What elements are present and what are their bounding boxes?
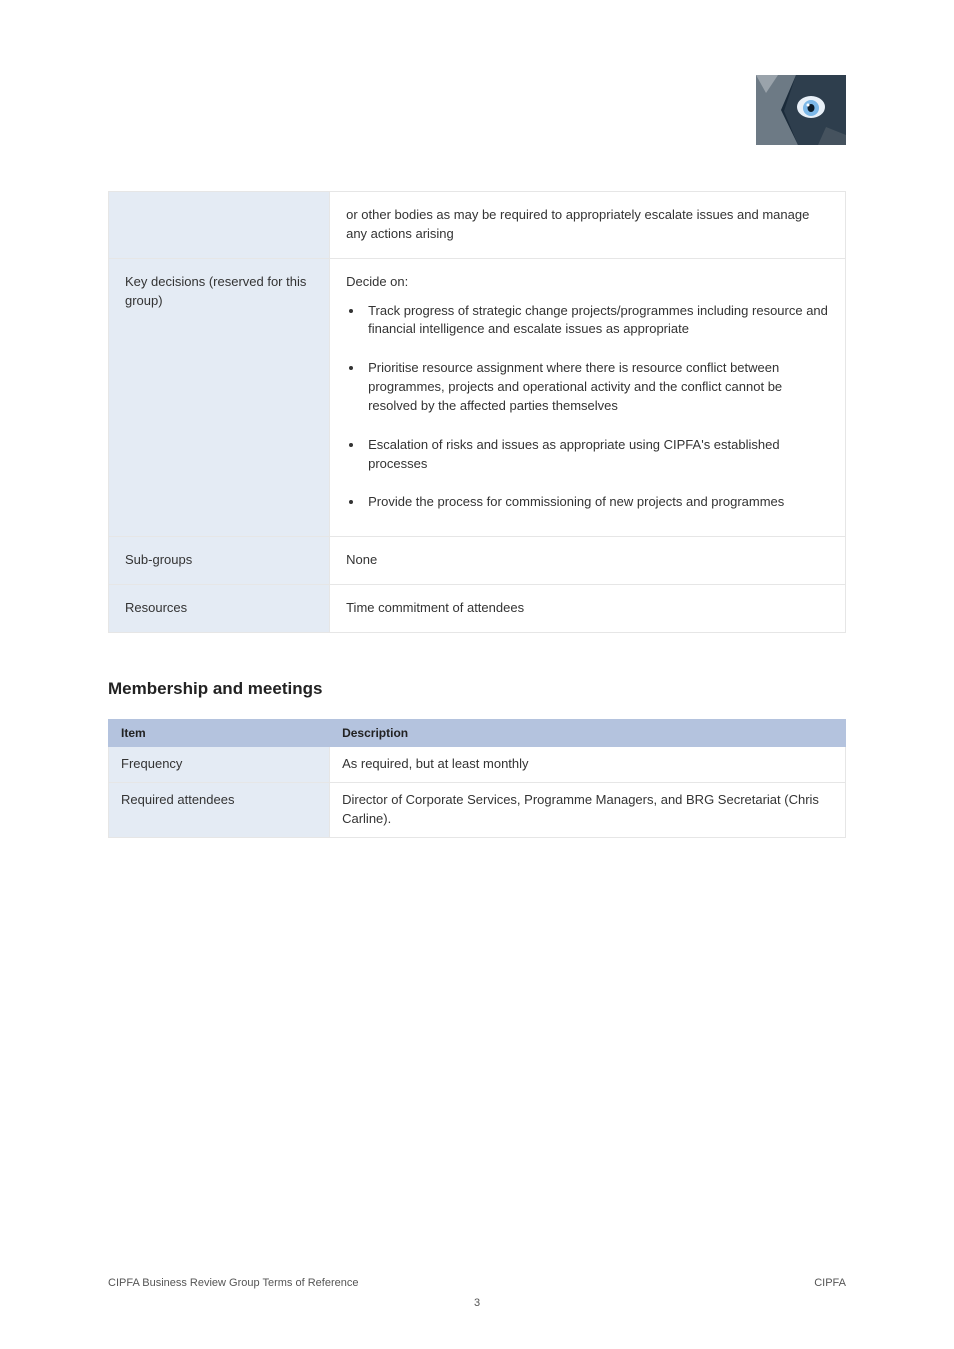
bullet-item: Escalation of risks and issues as approp… — [364, 436, 829, 474]
row-value: None — [330, 537, 846, 585]
row-label: Frequency — [109, 746, 330, 782]
table-header-row: Item Description — [109, 719, 846, 746]
row-label: Resources — [109, 585, 330, 633]
row-value: Decide on: Track progress of strategic c… — [330, 258, 846, 537]
row-value: or other bodies as may be required to ap… — [330, 192, 846, 259]
table-membership: Item Description Frequency As required, … — [108, 719, 846, 838]
wolf-eye-logo — [756, 75, 846, 145]
page-container: or other bodies as may be required to ap… — [0, 0, 954, 1349]
row-value: As required, but at least monthly — [330, 746, 846, 782]
row-label — [109, 192, 330, 259]
row-value: Director of Corporate Services, Programm… — [330, 782, 846, 837]
table-row: Sub-groups None — [109, 537, 846, 585]
logo-image — [756, 75, 846, 145]
row-label: Required attendees — [109, 782, 330, 837]
bullet-item: Provide the process for commissioning of… — [364, 493, 829, 512]
footer-page-number: 3 — [0, 1297, 954, 1309]
section-heading-membership: Membership and meetings — [108, 679, 846, 699]
footer-left: CIPFA Business Review Group Terms of Ref… — [108, 1277, 358, 1289]
col-header-description: Description — [330, 719, 846, 746]
table-row: Key decisions (reserved for this group) … — [109, 258, 846, 537]
col-header-item: Item — [109, 719, 330, 746]
bullet-item: Track progress of strategic change proje… — [364, 302, 829, 340]
bullets-intro: Decide on: — [346, 273, 829, 292]
footer-right: CIPFA — [814, 1277, 846, 1289]
row-label: Sub-groups — [109, 537, 330, 585]
table-purpose: or other bodies as may be required to ap… — [108, 191, 846, 633]
bullet-item: Prioritise resource assignment where the… — [364, 359, 829, 416]
row-label: Key decisions (reserved for this group) — [109, 258, 330, 537]
table-row: Required attendees Director of Corporate… — [109, 782, 846, 837]
row-value: Time commitment of attendees — [330, 585, 846, 633]
bullet-list: Track progress of strategic change proje… — [364, 302, 829, 513]
table-row: Resources Time commitment of attendees — [109, 585, 846, 633]
page-footer: CIPFA Business Review Group Terms of Ref… — [108, 1277, 846, 1289]
table-row: Frequency As required, but at least mont… — [109, 746, 846, 782]
table-row: or other bodies as may be required to ap… — [109, 192, 846, 259]
